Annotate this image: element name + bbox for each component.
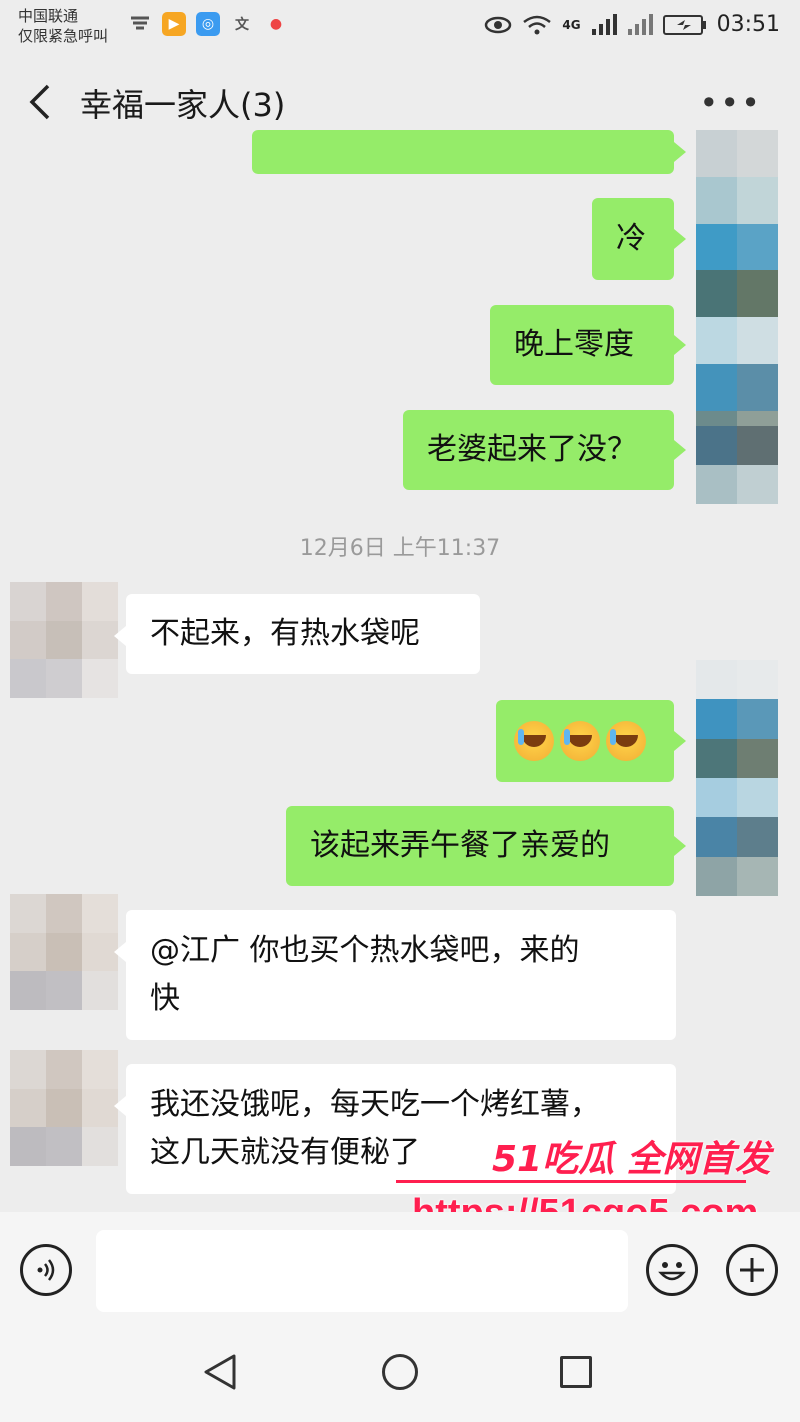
chevron-left-icon[interactable] <box>22 80 62 124</box>
message-text: 该起来弄午餐了亲爱的 <box>310 828 610 863</box>
plus-icon[interactable] <box>726 1244 778 1296</box>
signal-fan-icon <box>131 16 149 30</box>
message-text: 不起来，有热水袋呢 <box>150 616 420 651</box>
input-bar <box>0 1212 800 1332</box>
message-bubble-out[interactable]: 该起来弄午餐了亲爱的 <box>286 806 686 886</box>
carrier-label: 中国联通 仅限紧急呼叫 <box>18 6 108 46</box>
crying-laughing-emoji <box>514 721 554 761</box>
message-text: 老婆起来了没？ <box>427 432 637 467</box>
chat-title: 幸福一家人(3) <box>80 86 286 124</box>
message-text-line: 我还没饿呢，每天吃一个烤红薯， <box>150 1087 600 1122</box>
notification-icons: ▶ ◎ 文 ● <box>128 12 288 36</box>
app-notification-icon: ◎ <box>196 12 220 36</box>
nav-recent-icon[interactable] <box>560 1356 592 1388</box>
message-text: 晚上零度 <box>514 327 634 362</box>
message-text-line: @江广 你也买个热水袋吧，来的 <box>150 933 580 968</box>
message-bubble-partial[interactable] <box>252 130 686 174</box>
network-type: 4G <box>562 17 581 32</box>
smiley-icon[interactable] <box>646 1244 698 1296</box>
contact-avatar[interactable] <box>10 894 118 1010</box>
user-avatar[interactable] <box>696 660 778 896</box>
carrier-name: 中国联通 <box>18 7 79 25</box>
message-text: 冷 <box>616 221 646 256</box>
nav-home-icon[interactable] <box>382 1354 418 1390</box>
smiley-face-icon <box>658 1262 686 1281</box>
cell-signal-icon <box>591 13 617 35</box>
watermark-brand: 51吃瓜 全网首发 <box>492 1139 771 1180</box>
contact-avatar[interactable] <box>10 1050 118 1166</box>
timestamp: 12月6日 上午11:37 <box>299 536 501 561</box>
location-pin-icon: ● <box>269 16 283 32</box>
message-text-line: 快 <box>150 981 180 1016</box>
text-app-icon: 文 <box>235 17 249 33</box>
voice-icon[interactable] <box>20 1244 72 1296</box>
message-bubble-out[interactable]: 冷 <box>592 198 686 280</box>
system-nav-bar <box>0 1332 800 1422</box>
eye-icon <box>485 16 512 33</box>
nav-back-icon[interactable] <box>200 1352 240 1392</box>
message-bubble-in[interactable]: 不起来，有热水袋呢 <box>114 594 480 674</box>
battery-icon <box>662 14 706 35</box>
message-bubble-out[interactable] <box>496 700 686 782</box>
message-text-line: 这几天就没有便秘了 <box>150 1135 420 1170</box>
plus-cross-icon <box>740 1258 764 1282</box>
watermark-underline <box>396 1180 746 1183</box>
crying-laughing-emoji <box>560 721 600 761</box>
message-input[interactable] <box>96 1230 628 1312</box>
message-list[interactable]: 冷 晚上零度 老婆起来了没？ 12月6日 上午11:37 不起来，有热水袋呢 该… <box>0 130 800 1210</box>
carrier-status: 仅限紧急呼叫 <box>18 27 109 45</box>
message-bubble-out[interactable]: 晚上零度 <box>490 305 686 385</box>
crying-laughing-emoji <box>606 721 646 761</box>
wifi-icon <box>523 15 552 34</box>
voice-wave-icon <box>37 1259 55 1281</box>
user-avatar-lower <box>696 426 778 504</box>
clock: 03:51 <box>716 12 780 37</box>
video-app-icon: ▶ <box>162 12 186 36</box>
cell-signal-2-icon <box>627 13 653 35</box>
more-dots-icon[interactable]: ••• <box>699 84 762 122</box>
system-indicators: 4G 03:51 <box>484 12 780 37</box>
status-bar: 中国联通 仅限紧急呼叫 ▶ ◎ 文 ● 4G 03:51 <box>0 0 800 56</box>
contact-avatar[interactable] <box>10 582 118 698</box>
message-bubble-out[interactable]: 老婆起来了没？ <box>403 410 686 490</box>
message-bubble-in[interactable]: @江广 你也买个热水袋吧，来的 快 <box>114 910 676 1040</box>
